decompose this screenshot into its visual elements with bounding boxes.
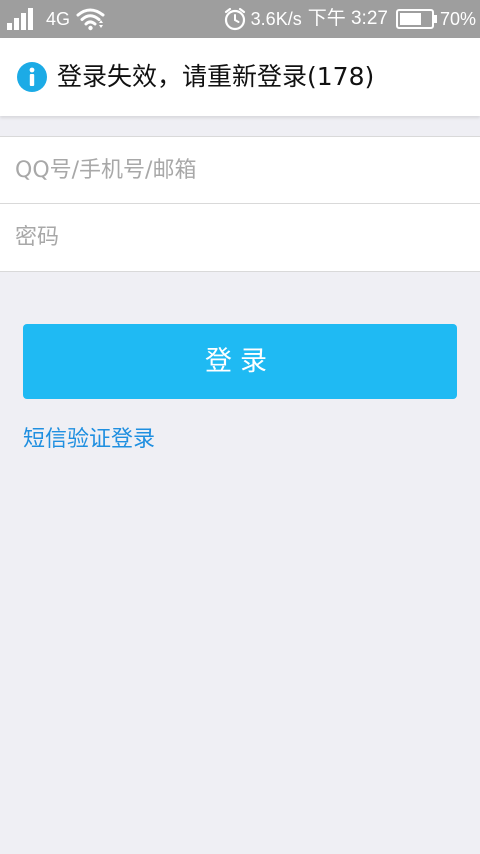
login-expired-notice: 登录失效，请重新登录(178) [0,38,480,116]
sms-login-link[interactable]: 短信验证登录 [23,420,155,460]
clock: 下午 3:27 [307,8,388,29]
password-row [0,204,480,270]
login-button[interactable]: 登录 [23,324,457,399]
battery-percentage: 70% [439,9,476,29]
status-bar: 4G 3.6K/s 下午 3:27 70% [0,0,480,38]
battery-icon [395,9,437,29]
status-bar-right: 3.6K/s 下午 3:27 70% [223,0,476,38]
network-speed: 3.6K/s [250,9,302,29]
status-bar-left: 4G [6,0,106,38]
info-icon [17,62,47,92]
signal-icon [7,8,33,30]
password-input[interactable] [15,204,465,270]
wifi-icon [76,8,105,31]
account-input[interactable] [15,137,465,203]
network-type: 4G [46,9,71,29]
account-row [0,137,480,204]
login-form [0,136,480,272]
alarm-icon [224,7,245,31]
notice-text: 登录失效，请重新登录(178) [57,62,375,91]
